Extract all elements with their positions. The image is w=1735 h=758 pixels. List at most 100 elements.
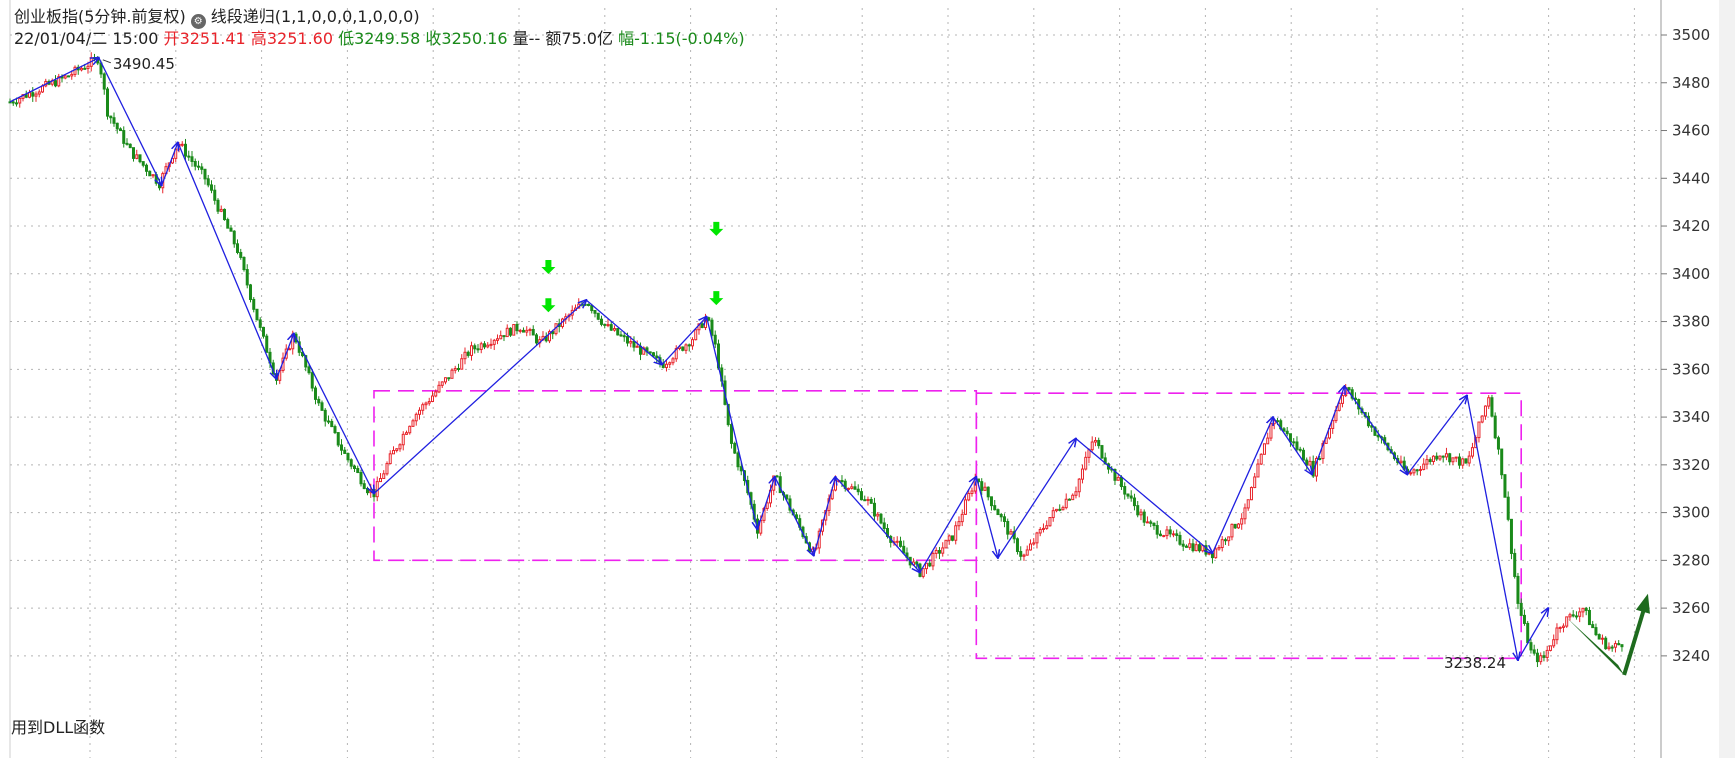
candle-body (401, 433, 405, 446)
indicator-name[interactable]: 线段递归(1,1,0,0,0,1,0,0,0) (211, 7, 420, 26)
candle-body (219, 208, 223, 212)
candle-body (1097, 439, 1101, 447)
y-tick-label: 3300 (1672, 504, 1710, 522)
close-value: 3250.16 (441, 29, 508, 48)
candle-body (967, 492, 971, 501)
candle-body (1152, 522, 1156, 527)
candle-body (1074, 491, 1078, 496)
candle-body (1493, 415, 1497, 439)
candle-body (206, 178, 210, 186)
candle-body (622, 335, 626, 338)
candle-body (1461, 458, 1465, 466)
candle-body (1376, 434, 1380, 438)
candle-body (469, 345, 473, 356)
candle-body (846, 487, 850, 490)
candle-body (1568, 614, 1572, 618)
candle-body (187, 155, 191, 158)
candle-body (463, 351, 467, 360)
candle-body (775, 475, 779, 478)
candle-body (1418, 468, 1422, 471)
candle-body (213, 189, 217, 201)
candlestick-series (8, 52, 1624, 668)
zigzag-segment (1211, 417, 1273, 554)
candle-body (34, 93, 38, 97)
candle-body (850, 486, 854, 489)
candle-body (482, 343, 486, 348)
volume-label: 量-- (512, 29, 541, 48)
candle-body (1256, 463, 1260, 478)
candle-body (937, 549, 941, 554)
candle-body (1139, 511, 1143, 516)
candle-body (385, 463, 389, 475)
price-chart[interactable]: 3490.453238.24 3240326032803300332033403… (0, 0, 1735, 758)
candle-body (1435, 455, 1439, 460)
candle-body (1545, 649, 1549, 658)
candle-body (1431, 455, 1435, 463)
candle-body (872, 502, 876, 517)
candle-body (1571, 614, 1575, 617)
candle-body (986, 486, 990, 498)
candle-body (313, 387, 317, 400)
candle-body (1041, 527, 1045, 530)
sell-signal-arrow (541, 260, 556, 275)
candle-body (1217, 547, 1221, 550)
candle-body (713, 334, 717, 345)
candle-body (928, 562, 932, 567)
zigzag-segment (813, 477, 836, 556)
candle-body (739, 466, 743, 472)
candle-body (869, 498, 873, 504)
candle-body (323, 409, 327, 422)
candle-body (655, 355, 659, 359)
candle-body (105, 88, 109, 117)
candle-body (950, 535, 954, 541)
settings-gear-icon[interactable]: ⚙ (190, 14, 206, 29)
candle-body (1526, 622, 1530, 644)
candle-body (1116, 476, 1120, 481)
candle-body (863, 499, 867, 502)
candle-body (515, 324, 519, 332)
candle-body (700, 323, 704, 329)
candle-body (941, 547, 945, 554)
candle-body (1422, 463, 1426, 470)
candle-body (115, 122, 119, 130)
candle-body (450, 369, 454, 379)
candle-body (1165, 529, 1169, 537)
candle-body (681, 346, 685, 351)
candle-body (970, 490, 974, 494)
candle-body (1145, 521, 1149, 524)
candle-body (921, 568, 925, 577)
candle-body (245, 269, 249, 286)
candle-body (226, 219, 230, 229)
forecast-arrow (1566, 593, 1650, 676)
candle-body (648, 351, 652, 354)
candle-body (960, 513, 964, 523)
candle-body (232, 230, 236, 245)
open-value: 3251.41 (179, 29, 246, 48)
candle-body (190, 156, 194, 162)
candle-body (1532, 649, 1536, 654)
candle-body (24, 94, 28, 98)
candle-body (625, 336, 629, 344)
candle-body (14, 102, 18, 105)
candle-body (1188, 543, 1192, 548)
y-tick-label: 3240 (1672, 647, 1710, 665)
y-tick-label: 3320 (1672, 456, 1710, 474)
candle-body (1035, 532, 1039, 544)
candle-body (398, 444, 402, 450)
candle-body (1438, 455, 1442, 460)
candle-body (1184, 545, 1188, 548)
candle-body (1552, 639, 1556, 647)
candle-body (453, 367, 457, 371)
candle-body (840, 480, 844, 483)
candle-body (1558, 626, 1562, 629)
candle-body (486, 344, 490, 348)
candle-body (242, 256, 246, 271)
open-label: 开 (163, 29, 180, 48)
candle-body (1181, 543, 1185, 547)
candle-body (931, 552, 935, 567)
candle-body (947, 535, 951, 541)
candle-body (440, 381, 444, 386)
candle-body (1415, 469, 1419, 472)
candle-body (619, 334, 623, 337)
candle-body (1236, 523, 1240, 529)
